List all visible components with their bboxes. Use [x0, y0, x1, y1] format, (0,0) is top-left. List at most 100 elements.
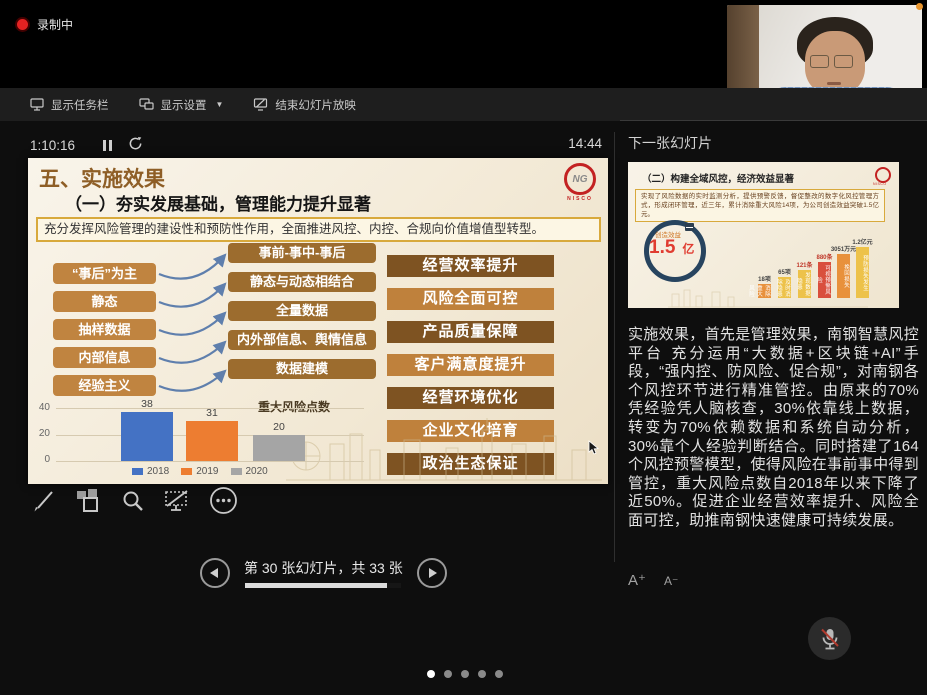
middle-column-item: 数据建模 [228, 359, 376, 379]
legend-label: 2019 [196, 466, 218, 477]
carousel-dots [427, 670, 503, 678]
zoom-slide-button[interactable] [121, 489, 145, 513]
mouse-cursor [588, 440, 599, 455]
slide-title: 五、实施效果 [39, 163, 165, 193]
arrow-left-icon [210, 568, 218, 578]
legend-item: 2019 [181, 466, 218, 477]
slide-grid-icon [75, 488, 102, 514]
speaker-notes: 实施效果，首先是管理效果，南钢智慧风控平台 充分运用“大数据+区块链+AI”手段… [628, 326, 919, 550]
pen-tool-button[interactable] [30, 488, 56, 514]
show-taskbar-button[interactable]: 显示任务栏 [30, 97, 109, 113]
next-slide-button[interactable] [417, 558, 447, 588]
carousel-dot[interactable] [427, 670, 435, 678]
webcam-person-glasses [834, 55, 853, 68]
webcam-door [727, 5, 759, 90]
end-slideshow-button[interactable]: 结束幻灯片放映 [253, 97, 356, 113]
left-column-item: “事后”为主 [53, 263, 156, 284]
display-settings-label: 显示设置 [161, 97, 207, 113]
preview-logo-wordmark: NISCO [873, 182, 887, 186]
right-column-item: 经营效率提升 [387, 255, 554, 277]
pause-timer-button[interactable] [103, 140, 112, 151]
left-column-item: 静态 [53, 291, 156, 312]
right-column-item: 产品质量保障 [387, 321, 554, 343]
legend-label: 2020 [246, 466, 268, 477]
preview-highlight-box: 实现了风险数据的实时监测分析，提供预警反馈，督促整改的数字化风控管理方式，形成闭… [635, 189, 885, 222]
restart-timer-button[interactable] [128, 136, 143, 154]
timer-row: 1:10:16 [30, 136, 143, 154]
logo-wordmark: NISCO [564, 196, 596, 202]
preview-bar-value-label: 65项 [769, 270, 800, 277]
chart-bar: 38 [121, 412, 173, 461]
panel-divider [614, 132, 615, 562]
risk-points-chart: 重大风险点数 40200 38 31 20 [28, 398, 368, 484]
black-screen-button[interactable] [164, 488, 190, 514]
y-tick-label: 20 [28, 428, 50, 439]
preview-bar-value-label: 121条 [789, 263, 820, 270]
presentation-board-icon [685, 223, 694, 231]
legend-item: 2018 [132, 466, 169, 477]
right-column-item: 风险全面可控 [387, 288, 554, 310]
elapsed-timer: 1:10:16 [30, 138, 75, 153]
legend-swatch [132, 468, 143, 475]
display-settings-button[interactable]: 显示设置 ▼ [139, 97, 224, 113]
left-column-item: 经验主义 [53, 375, 156, 396]
next-slide-preview[interactable]: （二）构建全域风控，经济效益显著 NISCO 实现了风险数据的实时监测分析，提供… [628, 162, 899, 308]
slide-progress-bar [245, 583, 401, 588]
carousel-dot[interactable] [444, 670, 452, 678]
arrow-right-icon [429, 568, 437, 578]
previous-slide-button[interactable] [200, 558, 230, 588]
carousel-dot[interactable] [478, 670, 486, 678]
presenter-view-app: 录制中 刘红军 显示任务栏 [0, 0, 927, 695]
blank-screen-icon [164, 488, 190, 514]
taskbar-icon [30, 98, 44, 111]
wall-clock: 14:44 [540, 136, 602, 151]
recording-dot-icon [17, 19, 28, 30]
notes-font-controls: A⁺ A⁻ [628, 571, 678, 589]
preview-bar-value-label: 880条 [809, 255, 840, 262]
company-logo: NG NISCO [564, 163, 596, 202]
middle-column-item: 内外部信息、舆情信息 [228, 330, 376, 350]
right-column-item: 客户满意度提升 [387, 354, 554, 376]
current-slide[interactable]: 五、实施效果 （一）夯实发展基础，管理能力提升显著 NG NISCO 充分发挥风… [28, 158, 608, 484]
axis-line [56, 461, 364, 462]
slide-counter: 第 30 张幻灯片，共 33 张 [244, 558, 403, 588]
chart-bar: 20 [253, 435, 305, 461]
slide-highlight-box: 充分发挥风险管理的建设性和预防性作用，全面推进风控、内控、合规向价值增值型转型。 [36, 217, 601, 242]
decrease-font-button[interactable]: A⁻ [664, 574, 678, 588]
presenter-toolbar: 显示任务栏 显示设置 ▼ 结束幻灯片放映 [0, 88, 927, 121]
chart-title: 重大风险点数 [258, 398, 330, 415]
see-all-slides-button[interactable] [75, 488, 102, 514]
presenter-content: 1:10:16 14:44 五、实施效果 （一）夯实发展基础，管理能力提升显著 … [0, 121, 927, 695]
webcam-person-glasses [810, 55, 829, 68]
magnifier-icon [121, 489, 145, 513]
increase-font-button[interactable]: A⁺ [628, 571, 646, 589]
benefit-unit: 亿 [682, 242, 694, 256]
carousel-dot[interactable] [495, 670, 503, 678]
slide-counter-label: 第 30 张幻灯片，共 33 张 [244, 558, 403, 578]
show-taskbar-label: 显示任务栏 [51, 97, 109, 113]
preview-logo-icon: NISCO [875, 167, 891, 183]
preview-title: （二）构建全域风控，经济效益显著 [642, 171, 794, 185]
slide-navigation: 第 30 张幻灯片，共 33 张 [200, 558, 447, 588]
restart-icon [128, 136, 143, 151]
logo-ring-icon: NG [564, 163, 596, 195]
bar-value-label: 38 [121, 398, 173, 410]
legend-swatch [231, 468, 242, 475]
preview-skyline-decoration [668, 286, 868, 308]
next-slide-header: 下一张幻灯片 [628, 133, 712, 153]
carousel-dot[interactable] [461, 670, 469, 678]
more-options-button[interactable] [209, 486, 238, 515]
middle-column-item: 事前-事中-事后 [228, 243, 376, 263]
recording-label: 录制中 [37, 16, 73, 33]
transition-arrows [153, 246, 233, 396]
left-column-item: 抽样数据 [53, 319, 156, 340]
end-slideshow-label: 结束幻灯片放映 [275, 97, 356, 113]
chevron-down-icon: ▼ [216, 100, 224, 109]
microphone-muted-button[interactable] [808, 617, 851, 660]
bar-value-label: 20 [253, 421, 305, 433]
chart-legend: 2018 2019 2020 [132, 466, 268, 477]
right-column-item: 经营环境优化 [387, 387, 554, 409]
slide-left-column: “事后”为主静态抽样数据内部信息经验主义 [53, 263, 156, 396]
middle-column-item: 静态与动态相结合 [228, 272, 376, 292]
benefit-value: 1.5亿 [649, 237, 694, 259]
